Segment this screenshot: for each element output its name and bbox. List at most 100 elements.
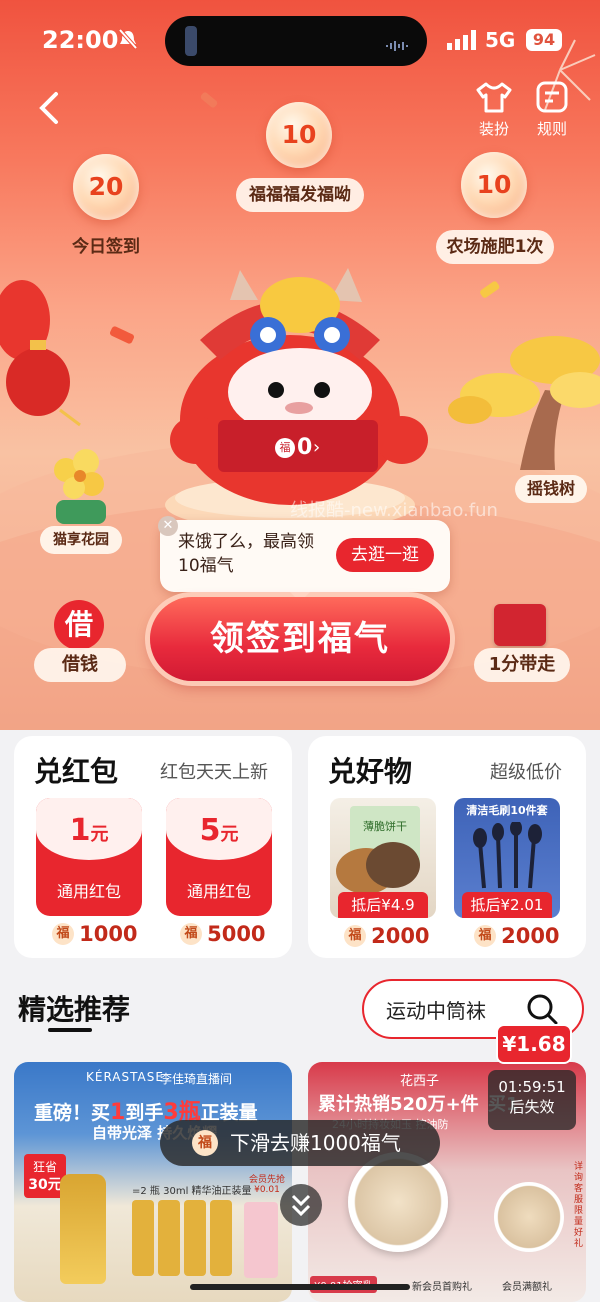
task-bubble-farm[interactable]: 10 — [461, 152, 527, 218]
brush-set-image — [473, 822, 542, 889]
dress-up-label: 装扮 — [478, 120, 509, 138]
goods-item-biscuit[interactable]: 薄脆饼干 抵后¥4.9 — [330, 798, 436, 918]
redpack-item[interactable]: 5元 通用红包 — [166, 798, 272, 916]
redpack-cost: 福 1000 — [52, 922, 138, 946]
money-tree-button[interactable]: 摇钱树 — [515, 475, 587, 503]
task-bubble-checkin[interactable]: 20 — [73, 154, 139, 220]
redpack-label: 通用红包 — [56, 882, 121, 901]
fu-coin-icon: 福 — [180, 923, 202, 945]
biscuit-image — [366, 842, 420, 888]
goods-cost-value: 2000 — [501, 924, 560, 948]
product-vial-image — [132, 1200, 154, 1276]
feed-headline: 累计热销520万+件 — [318, 1094, 479, 1115]
goods-card-title: 兑好物 — [328, 755, 413, 788]
fu-coin-icon: 福 — [344, 925, 366, 947]
recommend-title: 精选推荐 — [18, 993, 131, 1026]
garden-button[interactable]: 猫享花园 — [40, 526, 122, 554]
redpack-cost-value: 5000 — [207, 922, 266, 946]
status-time: 22:00 — [42, 26, 119, 54]
goods-cost: 福 2000 — [474, 924, 560, 948]
rules-doc-icon — [536, 81, 568, 113]
fu-coin-icon: 福 — [275, 438, 295, 458]
redpack-amount: 5元 — [166, 798, 272, 860]
task-label-fufu: 福福福发福呦 — [236, 178, 364, 212]
fu-coin-icon: 福 — [52, 923, 74, 945]
rules-label: 规则 — [536, 120, 567, 138]
promo-tooltip: ✕ 来饿了么，最高领 10福气 去逛一逛 — [158, 516, 450, 602]
close-icon[interactable]: ✕ — [158, 516, 178, 536]
product-vial-image — [210, 1200, 232, 1276]
go-shopping-button[interactable]: 去逛一逛 — [336, 538, 434, 572]
countdown-time: 01:59:51 — [498, 1078, 566, 1096]
battery-indicator: 94 — [526, 29, 562, 51]
borrow-label: 借钱 — [34, 648, 126, 682]
borrow-button[interactable]: 借 借钱 — [30, 600, 130, 686]
chevron-right-icon: › — [313, 437, 321, 458]
feed-note: =2 瓶 30ml 精华油正装量 — [132, 1186, 252, 1197]
search-icon[interactable] — [526, 993, 558, 1025]
waveform-icon — [385, 36, 411, 51]
side-note: 详询客服 限量好礼 — [574, 1162, 584, 1249]
double-chevron-down-icon — [291, 1194, 311, 1217]
search-input[interactable]: 运动中筒袜 — [386, 995, 486, 1024]
task-label-farm: 农场施肥1次 — [436, 230, 554, 264]
goods-card: 兑好物 超级低价 薄脆饼干 抵后¥4.9 福 2000 清洁毛刷10件套 抵后¥… — [308, 736, 586, 958]
tooltip-line-2: 10福气 — [178, 556, 234, 576]
redpack-cost: 福 5000 — [180, 922, 266, 946]
goods-price-tag: 抵后¥4.9 — [338, 892, 428, 918]
hero-section: 22:00 5G 94 装扮 规则 20 今日签到 10 福福福发福呦 10 农… — [0, 0, 600, 730]
fu-coin-icon: 福 — [474, 925, 496, 947]
lantern-decoration — [0, 280, 81, 427]
recommend-title-underline — [48, 1028, 92, 1032]
fu-count: 0 — [297, 435, 313, 460]
price-badge[interactable]: ¥1.68 — [496, 1024, 572, 1064]
promo-tag: 会员满额礼 — [502, 1282, 552, 1293]
product-pink-bottle-image — [244, 1202, 278, 1278]
signal-icon — [447, 30, 477, 50]
money-tree-illustration — [448, 336, 600, 470]
cushion-product-image — [348, 1152, 448, 1252]
product-vial-image — [184, 1200, 206, 1276]
goods-card-subtitle: 超级低价 — [490, 762, 562, 783]
dress-up-button[interactable]: 装扮 — [472, 80, 516, 139]
toast-text: 下滑去赚1000福气 — [230, 1131, 401, 1155]
product-bottle-image — [60, 1174, 106, 1284]
tooltip-line-1: 来饿了么，最高领 — [178, 532, 314, 552]
brand-logo: KÉRASTASE — [86, 1070, 164, 1084]
one-cent-button[interactable]: 1分带走 — [470, 600, 580, 686]
goods-item-brush[interactable]: 清洁毛刷10件套 抵后¥2.01 — [454, 798, 560, 918]
scroll-down-button[interactable] — [280, 1184, 322, 1226]
countdown-box: 01:59:51 后失效 — [488, 1070, 576, 1130]
brush-banner: 清洁毛刷10件套 — [466, 804, 548, 817]
dynamic-island — [165, 16, 427, 66]
one-cent-label: 1分带走 — [474, 648, 570, 682]
redpack-card-subtitle: 红包天天上新 — [160, 762, 268, 783]
product-thumb-icon — [494, 604, 546, 646]
live-room-label: 李佳琦直播间 — [160, 1072, 233, 1086]
redpack-card-title: 兑红包 — [34, 755, 119, 788]
goods-cost: 福 2000 — [344, 924, 430, 948]
product-vial-image — [158, 1200, 180, 1276]
chevron-left-icon — [39, 92, 58, 124]
brand-logo: 花西子 — [400, 1074, 440, 1089]
goods-price-tag: 抵后¥2.01 — [462, 892, 552, 918]
redpack-card: 兑红包 红包天天上新 1元 通用红包 福 1000 5元 通用红包 福 5000 — [14, 736, 292, 958]
fu-coin-icon: 福 — [192, 1130, 218, 1156]
rules-button[interactable]: 规则 — [530, 80, 574, 139]
back-button[interactable] — [32, 88, 66, 128]
cushion-product-image — [494, 1182, 564, 1252]
goods-cost-value: 2000 — [371, 924, 430, 948]
tshirt-icon — [476, 82, 512, 113]
redpack-cost-value: 1000 — [79, 922, 138, 946]
feed-card[interactable]: KÉRASTASE 李佳琦直播间 重磅！买1到手3瓶正装量 自带光泽 持久焕耀 … — [14, 1062, 292, 1302]
redpack-item[interactable]: 1元 通用红包 — [36, 798, 142, 916]
claim-blessing-button[interactable]: 领签到福气 — [150, 597, 450, 681]
redpack-label: 通用红包 — [186, 882, 251, 901]
home-indicator — [190, 1284, 410, 1290]
mute-bell-icon — [118, 28, 138, 50]
task-bubble-fufu[interactable]: 10 — [266, 102, 332, 168]
task-label-checkin: 今日签到 — [72, 237, 140, 257]
promo-tag: 新会员首购礼 — [412, 1282, 472, 1293]
watermark-text: 线报酷-new.xianbao.fun — [290, 500, 498, 521]
borrow-icon: 借 — [54, 600, 104, 650]
